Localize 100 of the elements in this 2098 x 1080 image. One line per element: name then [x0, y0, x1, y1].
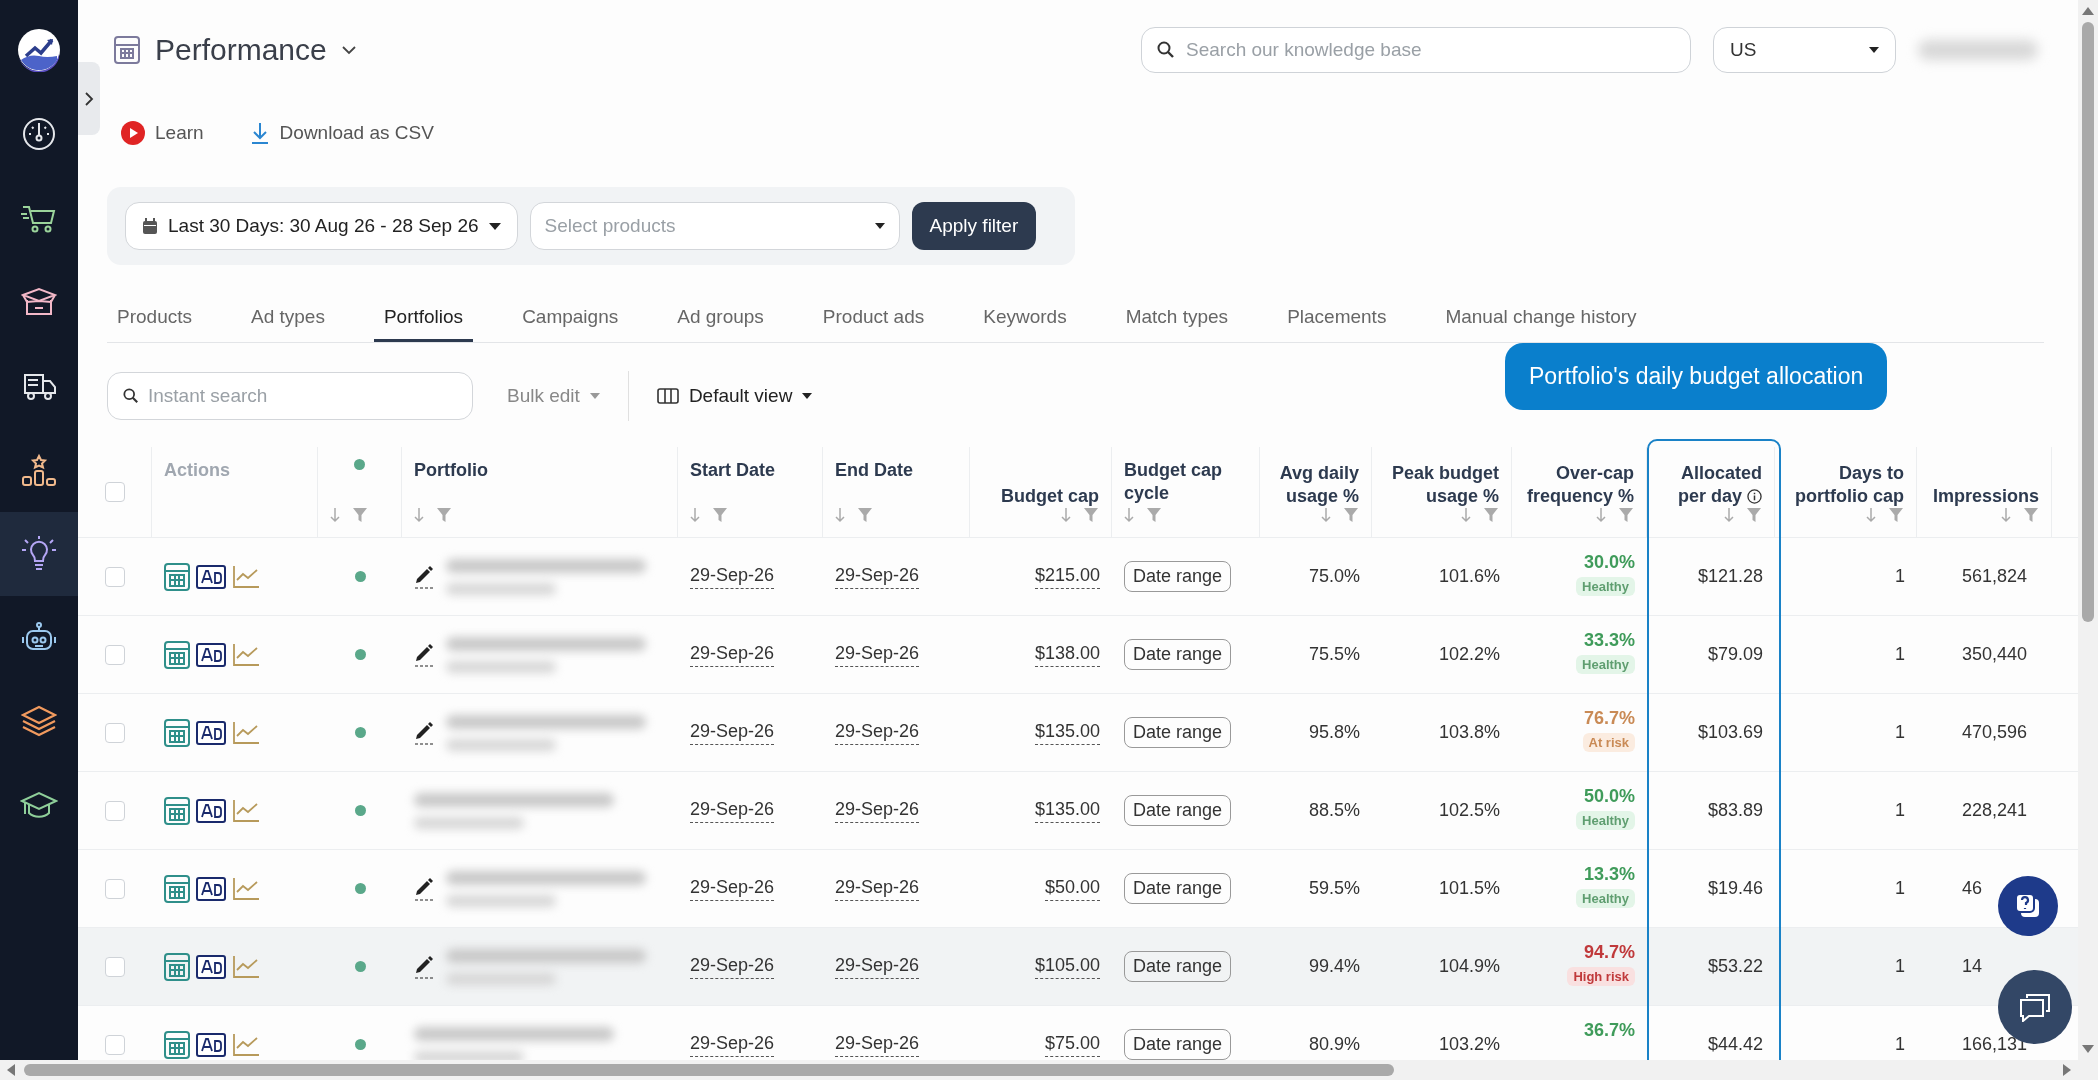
horizontal-scrollbar[interactable] [0, 1060, 2078, 1080]
filter-icon[interactable] [1483, 507, 1499, 523]
column-header[interactable]: Days to portfolio cap [1787, 462, 1904, 507]
column-header[interactable]: Start Date [690, 459, 776, 482]
column-header[interactable]: Allocated per day [1659, 462, 1762, 507]
edit-pencil-icon[interactable] [414, 563, 434, 590]
line-chart-icon[interactable] [232, 1032, 260, 1057]
column-header[interactable]: Peak budget usage % [1384, 462, 1499, 507]
tab[interactable]: Portfolios [373, 295, 474, 342]
row-checkbox[interactable] [105, 956, 125, 977]
column-header[interactable]: Over-cap frequency % [1524, 462, 1634, 507]
chevron-down-icon[interactable] [340, 45, 357, 55]
sort-icon[interactable] [690, 507, 700, 523]
budget-cap-text[interactable]: $135.00 [1034, 720, 1100, 745]
info-icon[interactable] [1747, 488, 1762, 504]
filter-icon[interactable] [857, 507, 873, 523]
filter-icon[interactable] [352, 507, 368, 523]
edit-pencil-icon[interactable] [414, 953, 434, 980]
filter-icon[interactable] [1343, 507, 1359, 523]
calculator-icon[interactable] [164, 718, 190, 747]
column-header[interactable]: Budget cap [1001, 484, 1099, 507]
filter-icon[interactable] [1618, 507, 1634, 523]
column-header[interactable]: Avg daily usage % [1272, 462, 1359, 507]
sort-icon[interactable] [1124, 507, 1134, 523]
sort-icon[interactable] [1061, 507, 1071, 523]
calculator-icon[interactable] [164, 1030, 190, 1059]
date-text[interactable]: 29-Sep-26 [835, 720, 920, 745]
learn-link[interactable]: Learn [121, 120, 204, 145]
date-text[interactable]: 29-Sep-26 [835, 798, 920, 823]
line-chart-icon[interactable] [232, 798, 260, 823]
ad-icon[interactable] [196, 564, 226, 589]
column-header[interactable]: End Date [835, 459, 913, 482]
sort-icon[interactable] [1866, 507, 1876, 523]
sort-icon[interactable] [2001, 507, 2011, 523]
budget-cap-text[interactable]: $105.00 [1034, 954, 1100, 979]
row-checkbox[interactable] [105, 800, 125, 821]
sort-icon[interactable] [330, 507, 340, 523]
date-text[interactable]: 29-Sep-26 [690, 564, 775, 589]
sort-icon[interactable] [1461, 507, 1471, 523]
scroll-down-icon[interactable] [2082, 1044, 2094, 1054]
tab[interactable]: Keywords [973, 295, 1077, 342]
row-checkbox[interactable] [105, 644, 125, 665]
apply-filter-button[interactable]: Apply filter [911, 202, 1037, 250]
instant-search-field[interactable]: Instant search [107, 372, 473, 420]
scroll-left-icon[interactable] [6, 1064, 16, 1076]
date-text[interactable]: 29-Sep-26 [835, 642, 920, 667]
column-header[interactable]: Budget cap cycle [1124, 459, 1247, 504]
budget-cap-text[interactable]: $75.00 [1044, 1032, 1100, 1057]
vertical-scrollbar[interactable] [2078, 0, 2098, 1080]
line-chart-icon[interactable] [232, 720, 260, 745]
filter-icon[interactable] [1083, 507, 1099, 523]
tab[interactable]: Ad groups [667, 295, 774, 342]
line-chart-icon[interactable] [232, 954, 260, 979]
tab[interactable]: Campaigns [512, 295, 629, 342]
date-text[interactable]: 29-Sep-26 [835, 1032, 920, 1057]
sort-icon[interactable] [414, 507, 424, 523]
row-checkbox[interactable] [105, 1034, 125, 1055]
sort-icon[interactable] [835, 507, 845, 523]
date-range-select[interactable]: Last 30 Days: 30 Aug 26 - 28 Sep 26 [125, 202, 518, 250]
line-chart-icon[interactable] [232, 564, 260, 589]
sort-icon[interactable] [1596, 507, 1606, 523]
ad-icon[interactable] [196, 876, 226, 901]
edit-pencil-icon[interactable] [414, 719, 434, 746]
budget-cap-text[interactable]: $135.00 [1034, 798, 1100, 823]
budget-cap-text[interactable]: $215.00 [1034, 564, 1100, 589]
scroll-right-icon[interactable] [2062, 1064, 2072, 1076]
date-text[interactable]: 29-Sep-26 [835, 876, 920, 901]
ad-icon[interactable] [196, 720, 226, 745]
ad-icon[interactable] [196, 798, 226, 823]
tab[interactable]: Placements [1277, 295, 1397, 342]
date-text[interactable]: 29-Sep-26 [690, 876, 775, 901]
budget-cap-text[interactable]: $50.00 [1044, 876, 1100, 901]
line-chart-icon[interactable] [232, 642, 260, 667]
scroll-up-icon[interactable] [2082, 6, 2094, 16]
filter-icon[interactable] [436, 507, 452, 523]
date-text[interactable]: 29-Sep-26 [835, 954, 920, 979]
tab[interactable]: Ad types [241, 295, 335, 342]
sort-icon[interactable] [1321, 507, 1331, 523]
filter-icon[interactable] [2023, 507, 2039, 523]
view-select[interactable]: Default view [656, 385, 813, 407]
row-checkbox[interactable] [105, 566, 125, 587]
date-text[interactable]: 29-Sep-26 [835, 564, 920, 589]
select-all-checkbox[interactable] [104, 482, 125, 502]
calculator-icon[interactable] [164, 796, 190, 825]
filter-icon[interactable] [712, 507, 728, 523]
tab[interactable]: Manual change history [1435, 295, 1647, 342]
date-text[interactable]: 29-Sep-26 [690, 720, 775, 745]
date-text[interactable]: 29-Sep-26 [690, 798, 775, 823]
tab[interactable]: Match types [1115, 295, 1239, 342]
filter-icon[interactable] [1146, 507, 1162, 523]
date-text[interactable]: 29-Sep-26 [690, 642, 775, 667]
column-header[interactable]: Impressions [1932, 484, 2039, 507]
line-chart-icon[interactable] [232, 876, 260, 901]
knowledge-search-field[interactable]: Search our knowledge base [1141, 27, 1691, 73]
filter-icon[interactable] [1888, 507, 1904, 523]
calculator-icon[interactable] [164, 640, 190, 669]
date-text[interactable]: 29-Sep-26 [690, 954, 775, 979]
edit-pencil-icon[interactable] [414, 641, 434, 668]
sort-icon[interactable] [1724, 507, 1734, 523]
tab[interactable]: Products [107, 295, 202, 342]
